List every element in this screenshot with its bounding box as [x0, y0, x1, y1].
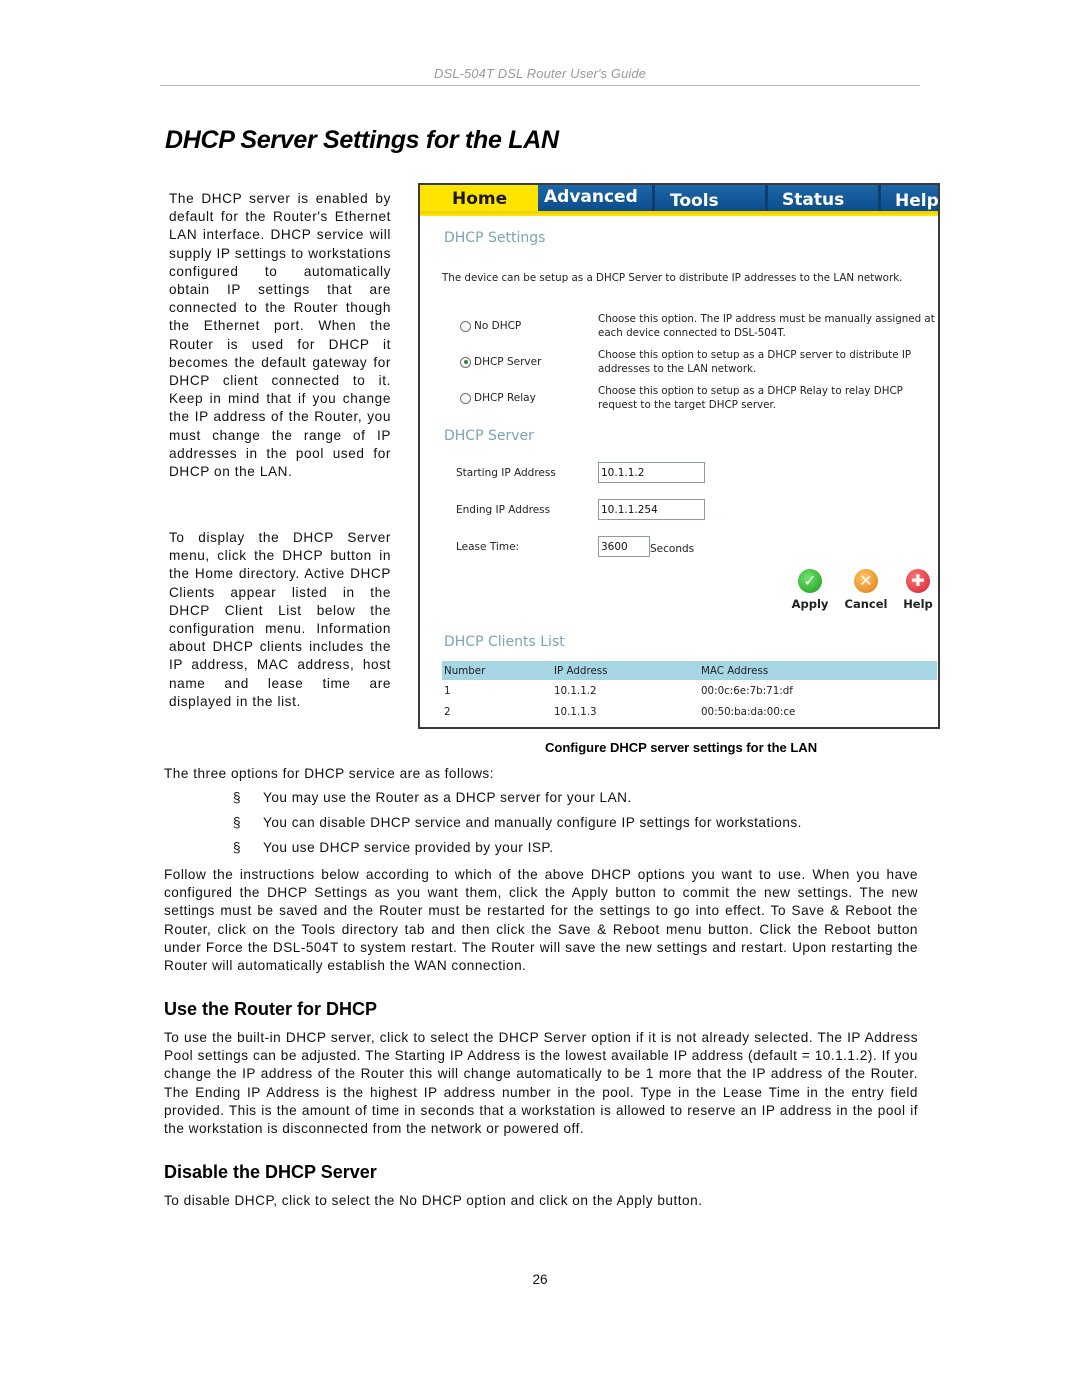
router-ui-screenshot: Home Advanced Tools Status Help DHCP Set…: [418, 183, 940, 729]
option-dhcp-server[interactable]: DHCP Server: [460, 356, 541, 368]
client-ip: 10.1.1.2: [554, 684, 597, 697]
side-paragraph: To display the DHCP Server menu, click t…: [169, 530, 391, 709]
apply-button[interactable]: ✓ Apply: [788, 569, 832, 611]
column-header: MAC Address: [699, 661, 937, 680]
option-description: Choose this option to setup as a DHCP se…: [598, 349, 912, 375]
intro-paragraph: The three options for DHCP service are a…: [164, 766, 494, 781]
section-heading-use-router: Use the Router for DHCP: [164, 999, 378, 1019]
ending-ip-label: Ending IP Address: [456, 504, 551, 516]
dhcp-settings-description: The device can be setup as a DHCP Server…: [442, 272, 903, 284]
client-number: 1: [444, 684, 451, 697]
use-router-paragraph: To use the built-in DHCP server, click t…: [164, 1030, 918, 1137]
apply-label: Apply: [791, 597, 829, 611]
help-button[interactable]: ✚ Help: [896, 569, 938, 611]
dhcp-server-heading: DHCP Server: [444, 428, 534, 444]
disable-dhcp-paragraph: To disable DHCP, click to select the No …: [164, 1193, 703, 1208]
lease-time-input[interactable]: [598, 536, 650, 557]
option-dhcp-relay[interactable]: DHCP Relay: [460, 392, 536, 404]
help-label: Help: [903, 597, 933, 611]
ending-ip-input[interactable]: [598, 499, 705, 520]
plus-icon: ✚: [906, 569, 930, 593]
option-label: DHCP Relay: [474, 392, 536, 404]
figure-caption: Configure DHCP server settings for the L…: [545, 740, 818, 755]
bullet-mark: §: [233, 840, 242, 855]
tab-status[interactable]: Status: [782, 189, 844, 211]
tab-advanced[interactable]: Advanced: [544, 186, 638, 208]
page-number: 26: [532, 1272, 548, 1287]
side-paragraph: The DHCP server is enabled by default fo…: [169, 191, 391, 480]
radio-button[interactable]: [460, 320, 471, 332]
lease-time-unit: Seconds: [650, 543, 695, 555]
table-row: 2 10.1.1.3 00:50:ba:da:00:ce: [442, 701, 937, 722]
starting-ip-input[interactable]: [598, 462, 705, 483]
lease-time-label: Lease Time:: [456, 541, 520, 553]
option-description: Choose this option. The IP address must …: [598, 313, 935, 339]
table-header-row: Number IP Address MAC Address: [442, 661, 937, 680]
check-icon: ✓: [798, 569, 822, 593]
tab-bar: Home Advanced Tools Status Help: [420, 185, 938, 216]
header-divider: [160, 85, 920, 86]
cancel-label: Cancel: [844, 597, 888, 611]
option-label: DHCP Server: [474, 356, 542, 368]
bullet-text: You can disable DHCP service and manuall…: [263, 815, 802, 830]
option-description: Choose this option to setup as a DHCP Re…: [598, 385, 903, 411]
client-mac: 00:50:ba:da:00:ce: [701, 705, 796, 718]
section-heading-disable-dhcp: Disable the DHCP Server: [164, 1162, 377, 1182]
starting-ip-label: Starting IP Address: [456, 467, 556, 479]
bullet-mark: §: [233, 790, 242, 805]
page-title: DHCP Server Settings for the LAN: [165, 126, 559, 154]
option-no-dhcp[interactable]: No DHCP: [460, 320, 521, 332]
tab-help[interactable]: Help: [895, 190, 938, 212]
table-row: 1 10.1.1.2 00:0c:6e:7b:71:df: [442, 680, 937, 701]
radio-button-selected[interactable]: [460, 356, 471, 368]
instructions-paragraph: Follow the instructions below according …: [164, 867, 918, 974]
option-label: No DHCP: [474, 320, 522, 332]
bullet-text: You use DHCP service provided by your IS…: [263, 840, 554, 855]
column-header: Number: [442, 661, 552, 680]
bullet-mark: §: [233, 815, 242, 830]
tab-tools[interactable]: Tools: [670, 190, 719, 212]
dhcp-clients-heading: DHCP Clients List: [444, 634, 565, 650]
client-number: 2: [444, 705, 451, 718]
bullet-text: You may use the Router as a DHCP server …: [263, 790, 632, 805]
column-header: IP Address: [552, 661, 699, 680]
tab-home[interactable]: Home: [452, 188, 507, 210]
running-header: DSL-504T DSL Router User's Guide: [433, 66, 647, 81]
dhcp-settings-heading: DHCP Settings: [444, 230, 546, 246]
radio-button[interactable]: [460, 392, 471, 404]
client-mac: 00:0c:6e:7b:71:df: [701, 684, 793, 697]
x-icon: ✕: [854, 569, 878, 593]
dhcp-clients-table: Number IP Address MAC Address 1 10.1.1.2…: [442, 661, 937, 722]
client-ip: 10.1.1.3: [554, 705, 597, 718]
cancel-button[interactable]: ✕ Cancel: [844, 569, 888, 611]
